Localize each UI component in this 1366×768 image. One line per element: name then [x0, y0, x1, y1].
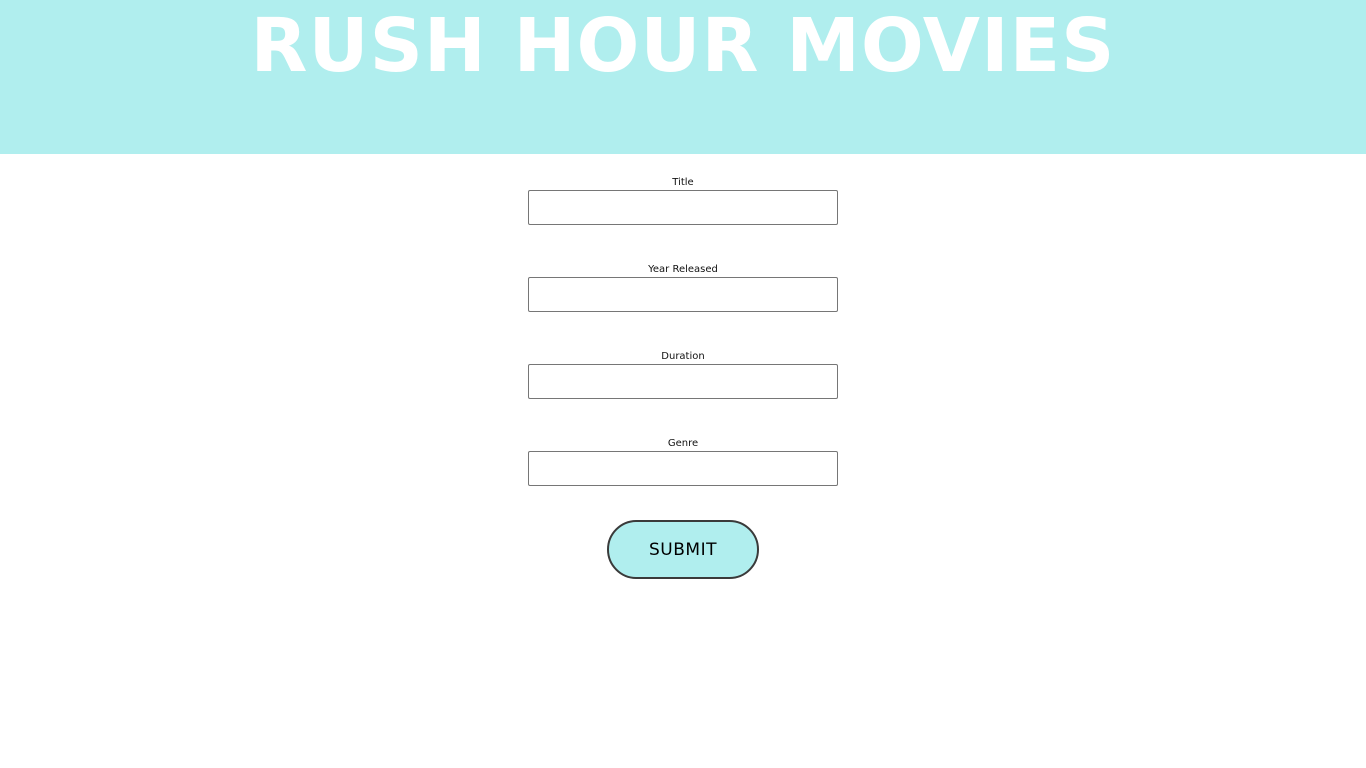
year-released-label: Year Released: [648, 264, 718, 275]
duration-label: Duration: [661, 351, 705, 362]
genre-input[interactable]: [528, 451, 838, 486]
year-released-input[interactable]: [528, 277, 838, 312]
title-label: Title: [672, 177, 694, 188]
genre-label: Genre: [667, 438, 699, 449]
duration-input[interactable]: [528, 364, 838, 399]
submit-button[interactable]: SUBMIT: [607, 520, 759, 579]
site-title: RUSH HOUR MOVIES: [250, 3, 1116, 89]
title-input[interactable]: [528, 190, 838, 225]
movie-form: Title Year Released Duration Genre SUBMI…: [0, 154, 1366, 768]
page-header: RUSH HOUR MOVIES: [0, 0, 1366, 154]
